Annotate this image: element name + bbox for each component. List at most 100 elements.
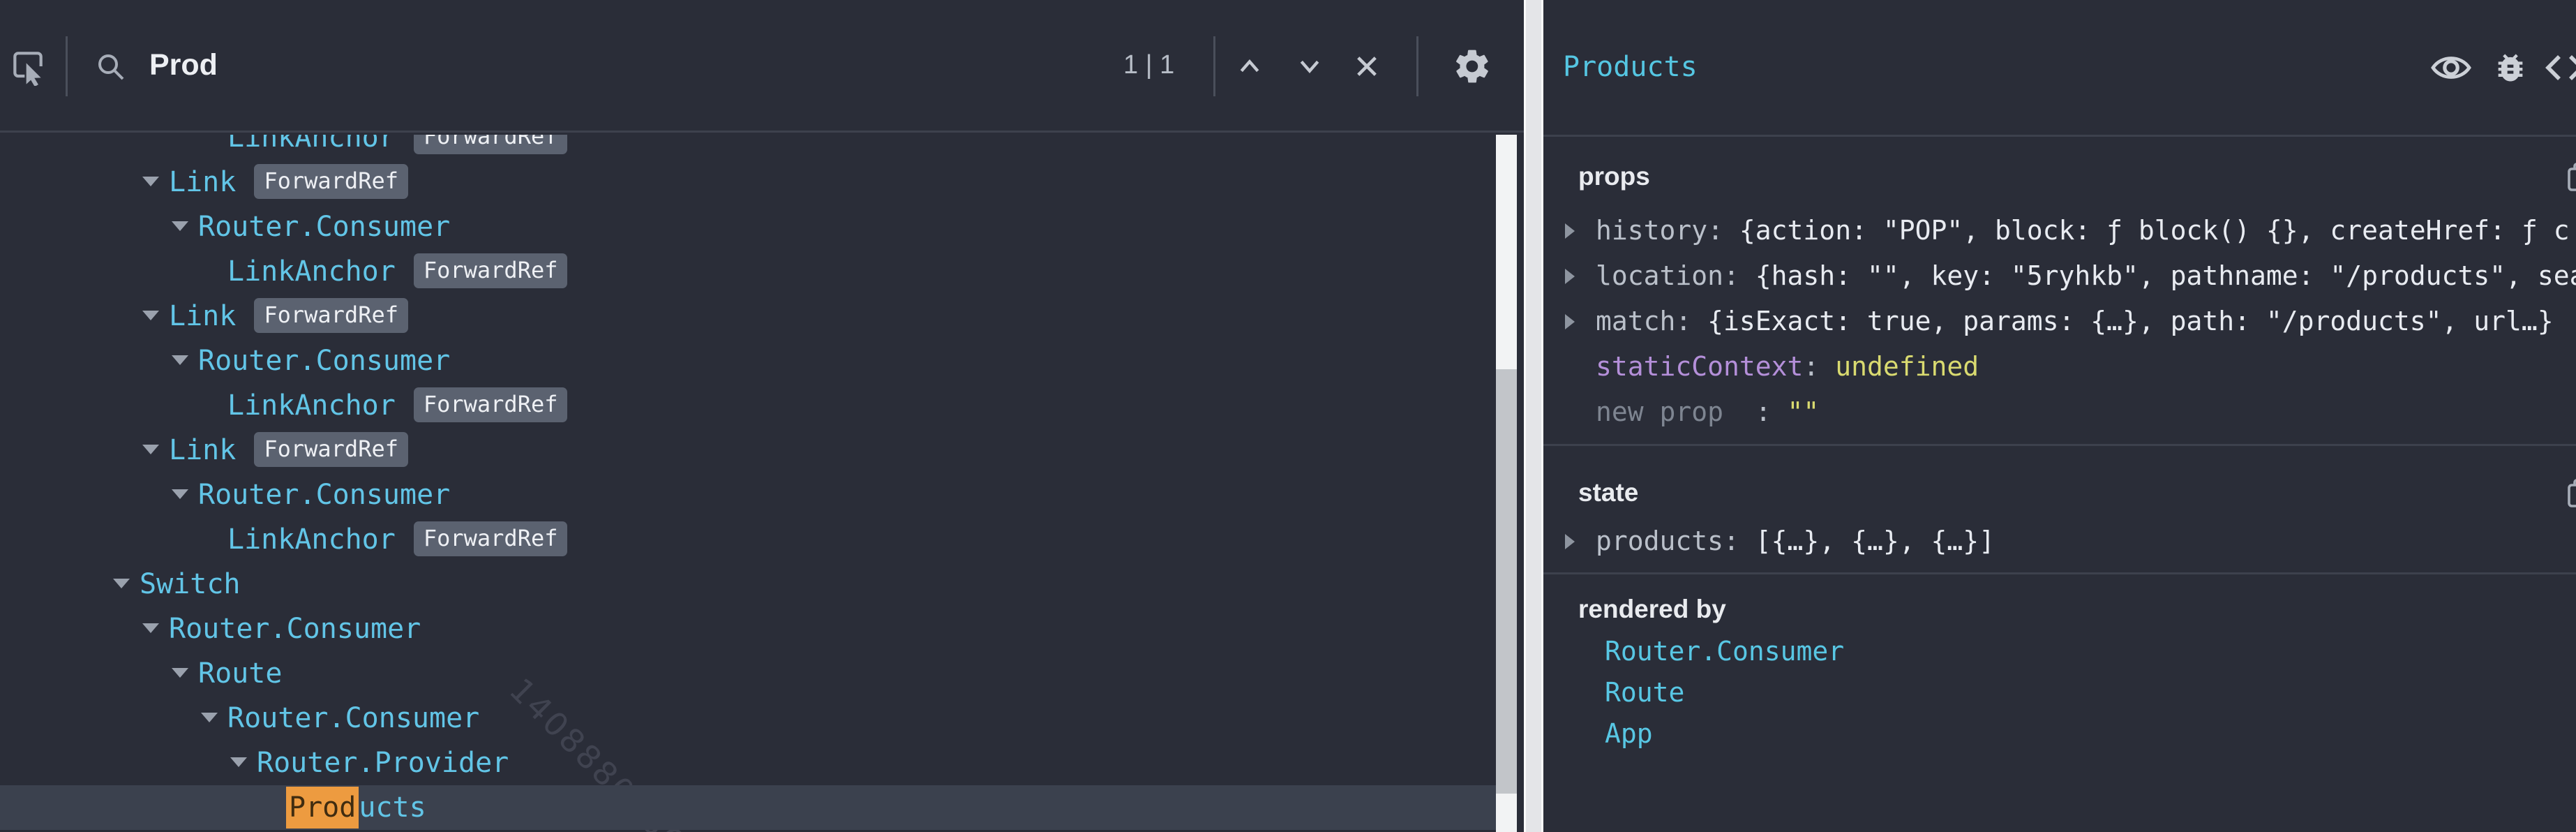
kv-row-history[interactable]: history: {action: "POP", block: ƒ block(… bbox=[1543, 208, 2576, 253]
key-name: staticContext bbox=[1596, 351, 1803, 382]
inspect-dom-button[interactable] bbox=[2430, 0, 2472, 135]
separator: : bbox=[1707, 215, 1739, 246]
value-preview[interactable]: [{…}, {…}, {…}] bbox=[1755, 526, 1995, 556]
tree-row-link[interactable]: LinkForwardRef bbox=[0, 428, 1496, 473]
tree-row-router-consumer[interactable]: Router.Consumer bbox=[0, 473, 1496, 517]
component-name: Router.Consumer bbox=[198, 345, 450, 377]
tree-row-router-consumer[interactable]: Router.Consumer bbox=[0, 696, 1496, 741]
expander-arrow-icon[interactable] bbox=[172, 221, 188, 231]
separator: : bbox=[1723, 526, 1755, 556]
clear-search-button[interactable] bbox=[1342, 0, 1391, 133]
expander-arrow-icon[interactable] bbox=[201, 713, 218, 722]
search-icon-glyph bbox=[93, 50, 127, 83]
debug-log-button[interactable] bbox=[2492, 0, 2529, 135]
tree-scrollbar-thumb[interactable] bbox=[1496, 369, 1517, 794]
forwardref-badge: ForwardRef bbox=[414, 521, 568, 556]
tree-row-linkanchor[interactable]: LinkAnchorForwardRef bbox=[0, 517, 1496, 562]
expander-arrow-icon[interactable] bbox=[142, 445, 159, 454]
tree-row-router-consumer[interactable]: Router.Consumer bbox=[0, 607, 1496, 651]
key-name: products bbox=[1596, 526, 1723, 556]
kv-row-match[interactable]: match: {isExact: true, params: {…}, path… bbox=[1543, 299, 2576, 344]
rendered-by-section-label: rendered by bbox=[1578, 592, 1726, 627]
rendered-by-link-router-consumer[interactable]: Router.Consumer bbox=[1605, 631, 1844, 671]
component-tree: 1408880486 LinkAnchorForwardRefLinkForwa… bbox=[0, 135, 1496, 832]
tree-row-route[interactable]: Route bbox=[0, 651, 1496, 696]
tree-row-linkanchor[interactable]: LinkAnchorForwardRef bbox=[0, 135, 1496, 160]
copy-props-icon[interactable] bbox=[2566, 162, 2576, 194]
expand-arrow-icon[interactable] bbox=[1565, 314, 1575, 329]
tree-row-linkanchor[interactable]: LinkAnchorForwardRef bbox=[0, 249, 1496, 294]
expand-arrow-icon[interactable] bbox=[1565, 269, 1575, 284]
expander-arrow-icon[interactable] bbox=[172, 355, 188, 365]
tree-row-switch[interactable]: Switch bbox=[0, 562, 1496, 607]
component-name: Switch bbox=[140, 568, 241, 600]
toolbar-divider bbox=[1416, 36, 1418, 96]
tree-row-router-consumer[interactable]: Router.Consumer bbox=[0, 339, 1496, 383]
inspect-element-button[interactable] bbox=[1, 0, 54, 133]
bug-icon bbox=[2492, 50, 2529, 86]
selected-component-title: Products bbox=[1563, 0, 1698, 135]
panel-resize-handle[interactable] bbox=[1524, 0, 1543, 832]
component-name: Router.Consumer bbox=[227, 702, 479, 734]
search-input[interactable]: Prod bbox=[149, 0, 218, 131]
expander-arrow-icon[interactable] bbox=[142, 311, 159, 320]
tree-row-link[interactable]: Link ForwardRef bbox=[0, 294, 1496, 339]
component-name: Products bbox=[286, 787, 426, 829]
value-preview[interactable]: {action: "POP", block: ƒ block() {}, cre… bbox=[1739, 215, 2570, 246]
expander-arrow-icon[interactable] bbox=[230, 757, 247, 767]
rendered-by-link-route[interactable]: Route bbox=[1605, 672, 1684, 713]
tree-row-router-provider[interactable]: Router.Provider bbox=[0, 741, 1496, 785]
section-divider bbox=[1543, 572, 2576, 574]
expand-arrow-icon[interactable] bbox=[1565, 223, 1575, 239]
value-preview[interactable]: "" bbox=[1788, 396, 1820, 427]
kv-row-products[interactable]: products: [{…}, {…}, {…}] bbox=[1543, 519, 2576, 564]
value-preview[interactable]: {isExact: true, params: {…}, path: "/pro… bbox=[1707, 306, 2554, 336]
rendered-by-link-app[interactable]: App bbox=[1605, 713, 1653, 754]
key-name: history bbox=[1596, 215, 1707, 246]
expander-arrow-icon[interactable] bbox=[113, 579, 130, 588]
kv-row-staticcontext[interactable]: staticContext: undefined bbox=[1543, 344, 2576, 389]
component-name: Router.Provider bbox=[257, 747, 509, 779]
component-name: Route bbox=[198, 658, 282, 690]
component-name: Link bbox=[169, 300, 236, 332]
tree-row-link[interactable]: LinkForwardRef bbox=[0, 160, 1496, 205]
value-preview[interactable]: undefined bbox=[1835, 351, 1979, 382]
settings-button[interactable] bbox=[1446, 0, 1499, 133]
details-header: Products bbox=[1543, 0, 2576, 137]
forwardref-badge: ForwardRef bbox=[254, 298, 408, 333]
expander-arrow-icon[interactable] bbox=[172, 489, 188, 499]
kv-row-new-prop[interactable]: new prop : "" bbox=[1543, 389, 2576, 435]
state-section-label: state bbox=[1578, 475, 1638, 510]
separator: : bbox=[1723, 396, 1788, 427]
gear-icon bbox=[1453, 47, 1492, 86]
tree-row-linkanchor[interactable]: LinkAnchor ForwardRef bbox=[0, 383, 1496, 428]
next-result-button[interactable] bbox=[1285, 0, 1334, 133]
react-devtools-window: Prod 1 | 1 1408880486 LinkA bbox=[0, 0, 2576, 832]
previous-result-button[interactable] bbox=[1225, 0, 1274, 133]
component-name: LinkAnchor bbox=[227, 255, 396, 288]
key-name: match bbox=[1596, 306, 1675, 336]
inspect-element-icon bbox=[8, 47, 47, 86]
key-name: new prop bbox=[1596, 396, 1723, 427]
components-toolbar: Prod 1 | 1 bbox=[0, 0, 1524, 133]
copy-state-icon[interactable] bbox=[2566, 478, 2576, 510]
search-icon bbox=[89, 0, 131, 133]
component-name: LinkAnchor bbox=[227, 389, 396, 422]
view-source-button[interactable] bbox=[2543, 0, 2576, 135]
forwardref-badge: ForwardRef bbox=[254, 164, 408, 199]
forwardref-badge: ForwardRef bbox=[414, 387, 568, 422]
component-name: LinkAnchor bbox=[227, 135, 396, 154]
search-result-count: 1 | 1 bbox=[1123, 0, 1174, 131]
tree-row-products[interactable]: Products bbox=[0, 785, 1496, 830]
eye-icon bbox=[2430, 52, 2472, 83]
toolbar-divider bbox=[1213, 36, 1215, 96]
tree-row-router-consumer[interactable]: Router.Consumer bbox=[0, 205, 1496, 249]
expander-arrow-icon[interactable] bbox=[142, 177, 159, 186]
value-preview[interactable]: {hash: "", key: "5ryhkb", pathname: "/pr… bbox=[1755, 260, 2576, 291]
expand-arrow-icon[interactable] bbox=[1565, 534, 1575, 549]
props-section-label: props bbox=[1578, 159, 1650, 194]
expander-arrow-icon[interactable] bbox=[142, 623, 159, 633]
section-divider bbox=[1543, 444, 2576, 446]
kv-row-location[interactable]: location: {hash: "", key: "5ryhkb", path… bbox=[1543, 253, 2576, 299]
expander-arrow-icon[interactable] bbox=[172, 668, 188, 678]
